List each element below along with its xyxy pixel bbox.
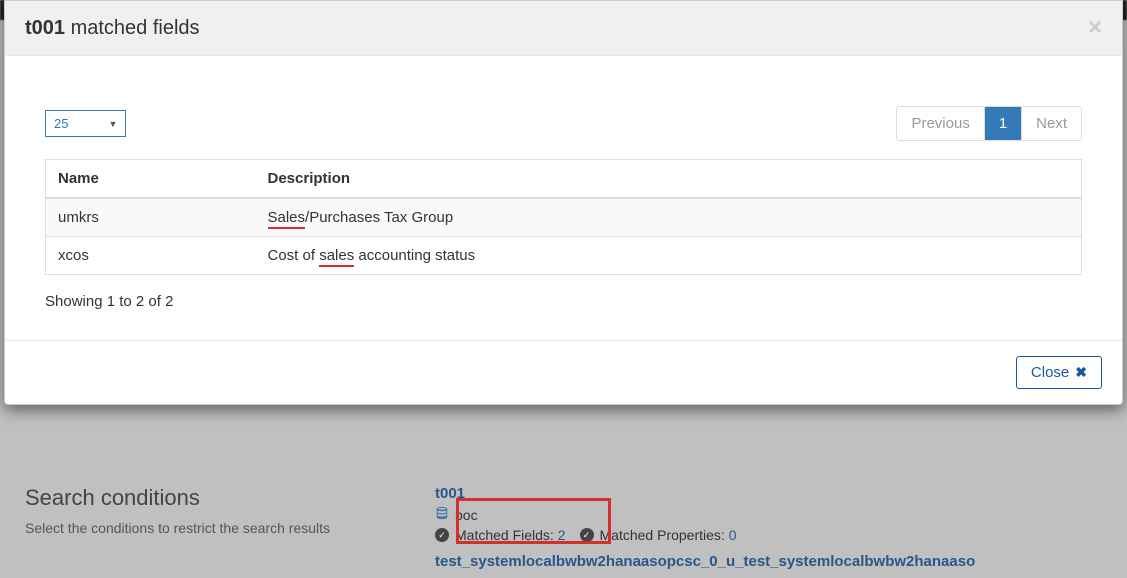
table-row: xcos Cost of sales accounting status xyxy=(46,237,1082,275)
pagination-page-1[interactable]: 1 xyxy=(985,107,1022,140)
caret-down-icon: ▼ xyxy=(108,119,117,129)
cell-description: Sales/Purchases Tax Group xyxy=(256,198,1082,237)
table-row: umkrs Sales/Purchases Tax Group xyxy=(46,198,1082,237)
cell-description: Cost of sales accounting status xyxy=(256,237,1082,275)
close-icon[interactable]: × xyxy=(1088,16,1102,40)
table-info: Showing 1 to 2 of 2 xyxy=(45,293,1082,310)
result-title-link[interactable]: t001 xyxy=(435,485,1102,502)
pagination-next[interactable]: Next xyxy=(1022,107,1081,140)
close-button[interactable]: Close ✖ xyxy=(1016,356,1102,389)
cell-name: xcos xyxy=(46,237,256,275)
matched-properties-label[interactable]: Matched Properties: 0 xyxy=(600,527,737,543)
matched-fields-label[interactable]: Matched Fields: 2 xyxy=(455,527,566,543)
result-long-link[interactable]: test_systemlocalbwbw2hanaasopcsc_0_u_tes… xyxy=(435,553,1102,570)
database-icon xyxy=(435,506,449,523)
background-content: Search conditions Select the conditions … xyxy=(0,485,1127,570)
matched-fields-modal: t001 matched fields × 25 ▼ Previous 1 Ne… xyxy=(4,0,1123,405)
check-icon: ✓ xyxy=(435,528,449,542)
column-header-name[interactable]: Name xyxy=(46,160,256,199)
modal-title: t001 matched fields xyxy=(25,17,200,40)
matched-fields-table: Name Description umkrs Sales/Purchases T… xyxy=(45,159,1082,275)
modal-footer: Close ✖ xyxy=(5,340,1122,404)
search-conditions-desc: Select the conditions to restrict the se… xyxy=(25,519,395,539)
page-size-select[interactable]: 25 ▼ xyxy=(45,110,126,137)
check-icon-2: ✓ xyxy=(580,528,594,542)
close-x-icon: ✖ xyxy=(1075,364,1087,381)
pagination: Previous 1 Next xyxy=(896,106,1082,141)
modal-header: t001 matched fields × xyxy=(5,1,1122,56)
pagination-prev[interactable]: Previous xyxy=(897,107,984,140)
poc-label: poc xyxy=(455,507,478,523)
column-header-description[interactable]: Description xyxy=(256,160,1082,199)
search-conditions-title: Search conditions xyxy=(25,485,395,511)
cell-name: umkrs xyxy=(46,198,256,237)
